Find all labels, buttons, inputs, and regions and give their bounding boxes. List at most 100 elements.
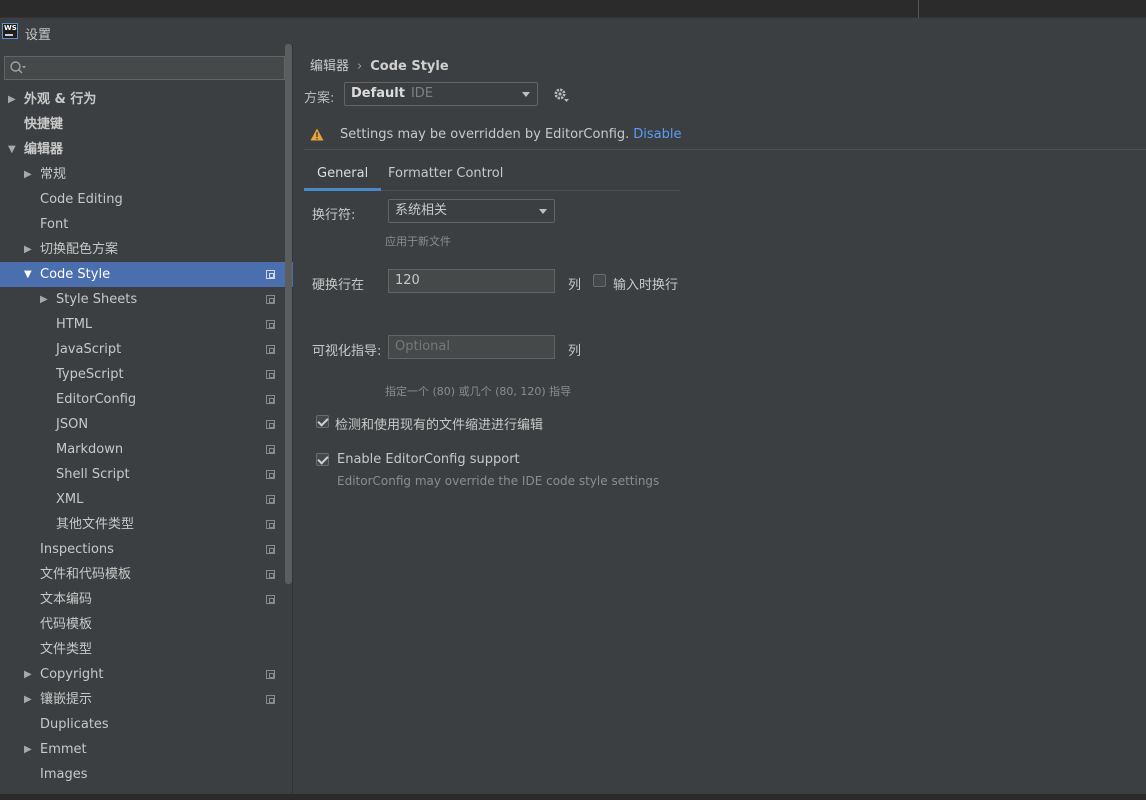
sidebar-item[interactable]: ▶ Emmet xyxy=(0,737,293,762)
gear-icon[interactable] xyxy=(552,86,570,104)
enable-editorconfig-checkbox[interactable] xyxy=(316,453,329,466)
sidebar-item-label: Duplicates xyxy=(40,717,109,732)
hard-wrap-label: 硬换行在 xyxy=(312,278,365,293)
expand-right-icon[interactable]: ▶ xyxy=(24,237,36,262)
sidebar-item-label: 文本编码 xyxy=(40,592,93,607)
sidebar-item-label: Images xyxy=(40,767,88,782)
expand-right-icon[interactable]: ▶ xyxy=(24,737,36,762)
chevron-down-icon xyxy=(522,92,530,97)
visual-guides-label: 可视化指导: xyxy=(312,344,382,359)
editorconfig-hint: EditorConfig may override the IDE code s… xyxy=(337,474,660,488)
sidebar-item[interactable]: ▶ 外观 & 行为 xyxy=(0,87,293,112)
line-separator-dropdown[interactable]: 系统相关 xyxy=(388,199,555,223)
scheme-type: IDE xyxy=(410,86,434,101)
sidebar-item-label: JavaScript xyxy=(56,342,122,357)
sidebar-item[interactable]: HTML xyxy=(0,312,293,337)
expand-right-icon[interactable]: ▶ xyxy=(24,687,36,712)
sidebar-item[interactable]: Inspections xyxy=(0,537,293,562)
expand-right-icon[interactable]: ▶ xyxy=(40,287,52,312)
project-scope-icon xyxy=(266,470,275,479)
settings-sidebar: ▶ 外观 & 行为快捷键 ▼ 编辑器 ▶ 常规 Code Editing Font ▶ 切换配色方… xyxy=(0,44,293,800)
project-scope-icon xyxy=(266,395,275,404)
sidebar-item[interactable]: 代码模板 xyxy=(0,612,293,637)
sidebar-item-label: Code Editing xyxy=(40,192,123,207)
sidebar-item[interactable]: ▼ Code Style xyxy=(0,262,293,287)
sidebar-item[interactable]: XML xyxy=(0,487,293,512)
project-scope-icon xyxy=(266,320,275,329)
hard-wrap-unit: 列 xyxy=(568,278,582,293)
sidebar-item[interactable]: Images xyxy=(0,762,293,787)
breadcrumb-separator: › xyxy=(357,59,363,74)
settings-tree: ▶ 外观 & 行为快捷键 ▼ 编辑器 ▶ 常规 Code Editing Font ▶ 切换配色方… xyxy=(0,87,293,787)
sidebar-item-label: Inspections xyxy=(40,542,114,557)
line-separator-value: 系统相关 xyxy=(395,203,448,218)
tab-formatter-control[interactable]: Formatter Control xyxy=(375,162,516,191)
sidebar-item[interactable]: Shell Script xyxy=(0,462,293,487)
expand-right-icon[interactable]: ▶ xyxy=(24,662,36,687)
sidebar-item-label: Emmet xyxy=(40,742,87,757)
sidebar-item[interactable]: 文件类型 xyxy=(0,637,293,662)
settings-search-input[interactable] xyxy=(4,56,285,80)
sidebar-item[interactable]: 文件和代码模板 xyxy=(0,562,293,587)
breadcrumb: 编辑器 › Code Style xyxy=(310,55,449,74)
sidebar-item-label: EditorConfig xyxy=(56,392,137,407)
sidebar-item[interactable]: Code Editing xyxy=(0,187,293,212)
sidebar-item[interactable]: ▶ 常规 xyxy=(0,162,293,187)
sidebar-item[interactable]: 文本编码 xyxy=(0,587,293,612)
breadcrumb-parent[interactable]: 编辑器 xyxy=(310,59,349,74)
warning-message: Settings may be overridden by EditorConf… xyxy=(340,127,630,142)
sidebar-item[interactable]: Duplicates xyxy=(0,712,293,737)
sidebar-item[interactable]: ▼ 编辑器 xyxy=(0,137,293,162)
chevron-down-icon xyxy=(539,209,547,214)
search-icon xyxy=(10,61,26,74)
sidebar-item[interactable]: ▶ Style Sheets xyxy=(0,287,293,312)
expand-right-icon[interactable]: ▶ xyxy=(24,162,36,187)
wrap-on-typing-checkbox[interactable] xyxy=(593,274,606,287)
sidebar-item-label: Markdown xyxy=(56,442,124,457)
code-style-panel: 编辑器 › Code Style 方案: Default IDE Settings m… xyxy=(294,44,1146,794)
sidebar-item-label: 其他文件类型 xyxy=(56,517,135,532)
sidebar-item[interactable]: Font xyxy=(0,212,293,237)
detect-indent-checkbox[interactable] xyxy=(316,415,329,428)
project-scope-icon xyxy=(266,570,275,579)
line-separator-label: 换行符: xyxy=(312,208,356,223)
sidebar-item-label: TypeScript xyxy=(56,367,124,382)
visual-guides-input[interactable]: Optional xyxy=(388,335,555,359)
sidebar-item[interactable]: EditorConfig xyxy=(0,387,293,412)
sidebar-item[interactable]: TypeScript xyxy=(0,362,293,387)
expand-down-icon[interactable]: ▼ xyxy=(24,262,36,287)
expand-down-icon[interactable]: ▼ xyxy=(8,137,20,162)
project-scope-icon xyxy=(266,295,275,304)
code-style-tabs: General Formatter Control xyxy=(304,162,680,191)
sidebar-item-label: JSON xyxy=(56,417,89,432)
sidebar-item[interactable]: Markdown xyxy=(0,437,293,462)
hard-wrap-input[interactable]: 120 xyxy=(388,269,555,293)
disable-editorconfig-link[interactable]: Disable xyxy=(633,127,681,142)
project-scope-icon xyxy=(266,695,275,704)
sidebar-item-label: Style Sheets xyxy=(56,292,138,307)
project-scope-icon xyxy=(266,420,275,429)
title-bar: WS 设置 xyxy=(0,18,1146,44)
sidebar-item[interactable]: 快捷键 xyxy=(0,112,293,137)
sidebar-item-label: Font xyxy=(40,217,69,232)
detect-indent-label: 检测和使用现有的文件缩进进行编辑 xyxy=(335,418,544,433)
divider xyxy=(304,149,1146,150)
expand-right-icon[interactable]: ▶ xyxy=(8,87,20,112)
sidebar-item-label: 外观 & 行为 xyxy=(24,92,97,107)
sidebar-item-label: 代码模板 xyxy=(40,617,93,632)
sidebar-item[interactable]: ▶ 切换配色方案 xyxy=(0,237,293,262)
project-scope-icon xyxy=(266,595,275,604)
window-title: 设置 xyxy=(25,28,52,43)
sidebar-item[interactable]: JavaScript xyxy=(0,337,293,362)
top-strip-separator xyxy=(918,0,919,18)
scheme-dropdown[interactable]: Default IDE xyxy=(344,82,538,106)
sidebar-item[interactable]: ▶ 镶嵌提示 xyxy=(0,687,293,712)
sidebar-scrollbar[interactable] xyxy=(285,44,292,584)
sidebar-item-label: 切换配色方案 xyxy=(40,242,119,257)
sidebar-item[interactable]: 其他文件类型 xyxy=(0,512,293,537)
visual-guides-unit: 列 xyxy=(568,344,582,359)
webstorm-app-icon: WS xyxy=(2,23,18,39)
sidebar-item[interactable]: ▶ Copyright xyxy=(0,662,293,687)
sidebar-item[interactable]: JSON xyxy=(0,412,293,437)
tab-general[interactable]: General xyxy=(304,162,382,191)
